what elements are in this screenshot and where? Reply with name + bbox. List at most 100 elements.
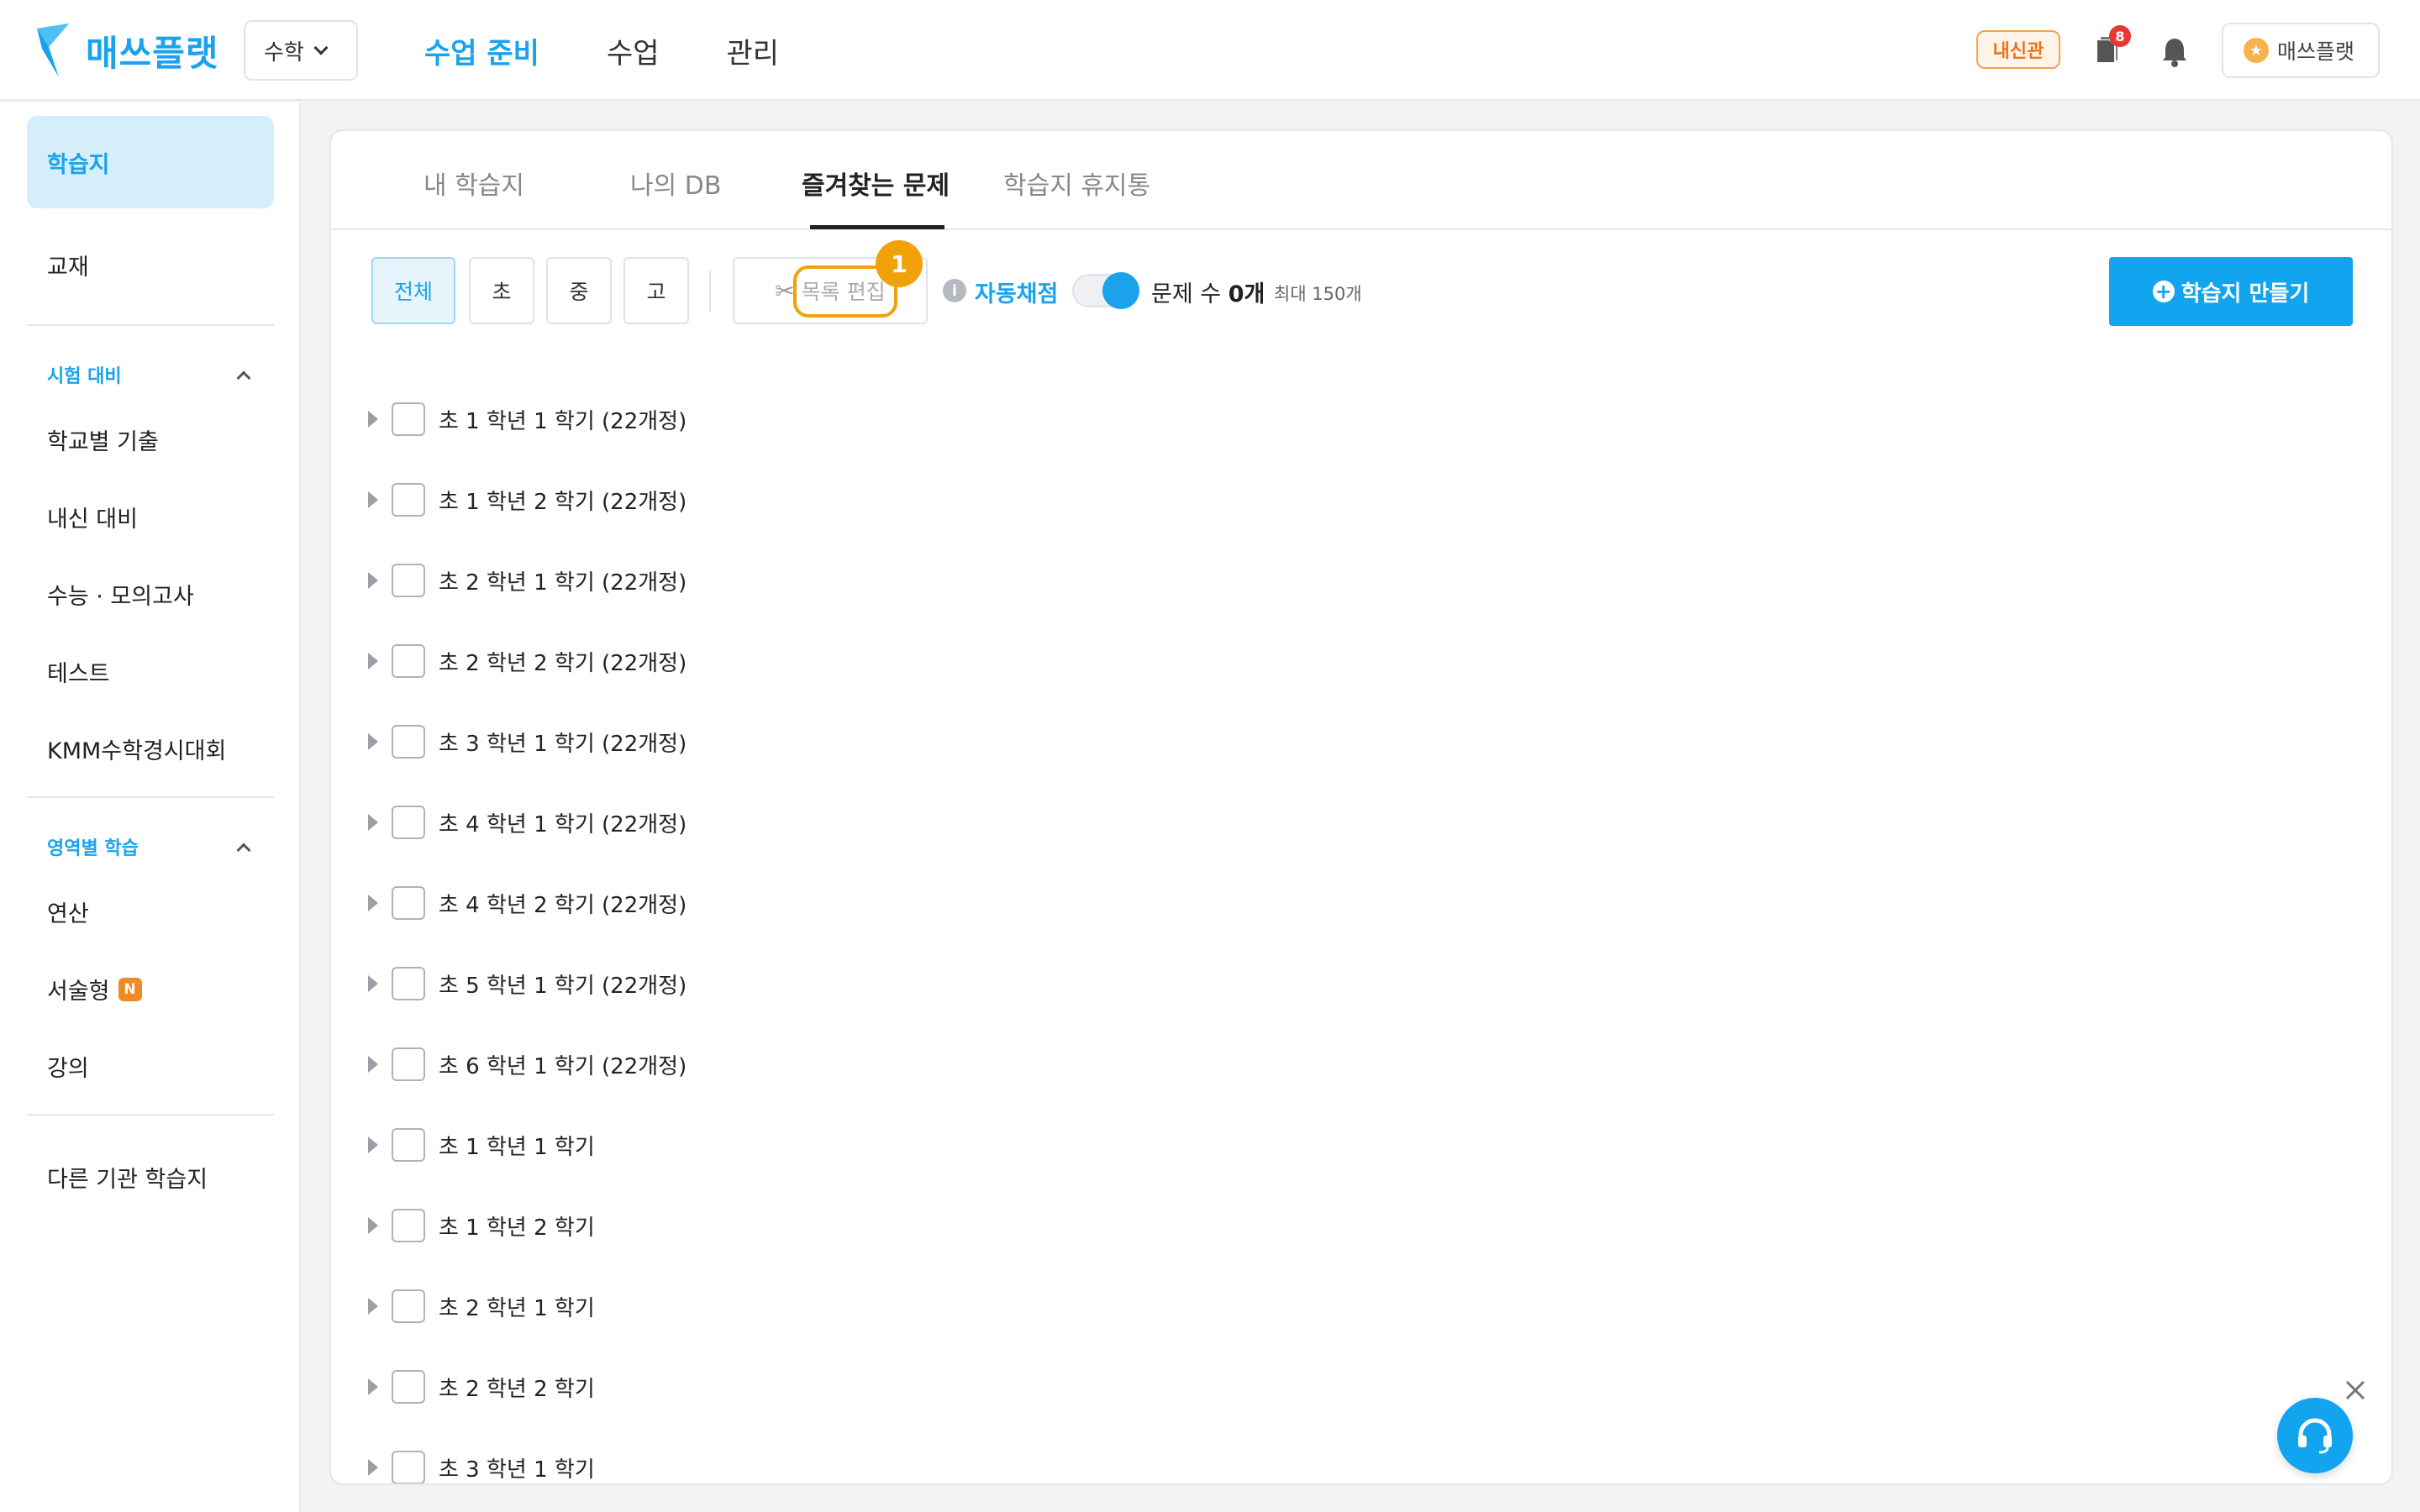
tree-row[interactable]: 초 3 학년 1 학기 bbox=[368, 1446, 595, 1483]
naesin-badge[interactable]: 내신관 bbox=[1976, 30, 2060, 69]
section-area[interactable]: 영역별 학습 bbox=[47, 833, 251, 860]
tab-my-db[interactable]: 나의 DB bbox=[630, 165, 721, 202]
sidebar-item-descriptive[interactable]: 서술형 N bbox=[47, 973, 142, 1005]
sidebar-item-kmm[interactable]: KMM수학경시대회 bbox=[47, 732, 226, 765]
row-checkbox[interactable] bbox=[392, 564, 425, 597]
row-checkbox[interactable] bbox=[392, 402, 425, 436]
nav-lesson-prep[interactable]: 수업 준비 bbox=[424, 30, 539, 71]
tree-row[interactable]: 초 2 학년 2 학기 (22개정) bbox=[368, 640, 687, 682]
toggle-knob bbox=[1102, 272, 1139, 309]
row-checkbox[interactable] bbox=[392, 1451, 425, 1483]
plus-circle-icon: + bbox=[2152, 281, 2175, 302]
tree-row-label: 초 4 학년 1 학기 (22개정) bbox=[439, 811, 687, 837]
problem-count-value: 0개 bbox=[1228, 281, 1265, 307]
sidebar-item-calc[interactable]: 연산 bbox=[47, 895, 89, 928]
tree-row[interactable]: 초 2 학년 2 학기 bbox=[368, 1366, 595, 1408]
nav-lesson[interactable]: 수업 bbox=[607, 30, 660, 71]
filter-middle[interactable]: 중 bbox=[546, 257, 612, 324]
tree-row[interactable]: 초 6 학년 1 학기 (22개정) bbox=[368, 1043, 687, 1085]
sidebar-item-naesin[interactable]: 내신 대비 bbox=[47, 501, 138, 533]
chevron-up-icon bbox=[236, 843, 251, 858]
filter-high[interactable]: 고 bbox=[623, 257, 689, 324]
tree-row[interactable]: 초 2 학년 1 학기 bbox=[368, 1285, 595, 1327]
expand-triangle-icon[interactable] bbox=[368, 653, 378, 669]
expand-triangle-icon[interactable] bbox=[368, 1056, 378, 1073]
row-checkbox[interactable] bbox=[392, 806, 425, 839]
sidebar-item-school-past[interactable]: 학교별 기출 bbox=[47, 423, 159, 456]
sidebar-item-lecture[interactable]: 강의 bbox=[47, 1050, 89, 1083]
tree-row-label: 초 2 학년 1 학기 bbox=[439, 1295, 595, 1321]
auto-grade-label: 자동채점 bbox=[975, 281, 1059, 307]
filter-all[interactable]: 전체 bbox=[371, 257, 455, 324]
info-icon[interactable]: i bbox=[943, 279, 966, 302]
tree-row-label: 초 1 학년 2 학기 bbox=[439, 1215, 595, 1241]
tab-trash[interactable]: 학습지 휴지통 bbox=[1003, 165, 1150, 202]
sidebar-item-other-org[interactable]: 다른 기관 학습지 bbox=[47, 1161, 208, 1194]
row-checkbox[interactable] bbox=[392, 886, 425, 920]
create-worksheet-button[interactable]: + 학습지 만들기 bbox=[2109, 257, 2353, 326]
expand-triangle-icon[interactable] bbox=[368, 1378, 378, 1395]
sidebar-item-test[interactable]: 테스트 bbox=[47, 655, 110, 688]
tree-row[interactable]: 초 4 학년 2 학기 (22개정) bbox=[368, 882, 687, 924]
tree-row[interactable]: 초 5 학년 1 학기 (22개정) bbox=[368, 963, 687, 1005]
expand-triangle-icon[interactable] bbox=[368, 1137, 378, 1153]
tree-row[interactable]: 초 4 학년 1 학기 (22개정) bbox=[368, 801, 687, 843]
close-icon[interactable] bbox=[2343, 1378, 2368, 1403]
top-header: 매쓰플랫 수학 수업 준비 수업 관리 내신관 8 ★ 매쓰플랫 bbox=[0, 0, 2420, 101]
step-badge: 1 bbox=[876, 240, 923, 287]
bell-icon[interactable] bbox=[2161, 37, 2188, 67]
tree-row[interactable]: 초 1 학년 2 학기 (22개정) bbox=[368, 479, 687, 521]
row-checkbox[interactable] bbox=[392, 644, 425, 678]
expand-triangle-icon[interactable] bbox=[368, 1459, 378, 1476]
expand-triangle-icon[interactable] bbox=[368, 491, 378, 508]
star-icon: ★ bbox=[2244, 38, 2269, 63]
row-checkbox[interactable] bbox=[392, 1128, 425, 1162]
scissors-icon: ✂ bbox=[775, 276, 795, 305]
toolbar-divider bbox=[709, 270, 711, 312]
chevron-up-icon bbox=[236, 370, 251, 386]
logo[interactable]: 매쓰플랫 bbox=[37, 24, 219, 77]
help-chat-button[interactable] bbox=[2277, 1398, 2353, 1473]
sidebar-item-textbook[interactable]: 교재 bbox=[47, 249, 89, 281]
expand-triangle-icon[interactable] bbox=[368, 1217, 378, 1234]
expand-triangle-icon[interactable] bbox=[368, 733, 378, 750]
expand-triangle-icon[interactable] bbox=[368, 814, 378, 831]
tree-row[interactable]: 초 1 학년 1 학기 bbox=[368, 1124, 595, 1166]
expand-triangle-icon[interactable] bbox=[368, 975, 378, 992]
tab-my-worksheets[interactable]: 내 학습지 bbox=[424, 165, 524, 202]
user-menu-button[interactable]: ★ 매쓰플랫 bbox=[2222, 23, 2380, 78]
expand-triangle-icon[interactable] bbox=[368, 1298, 378, 1315]
new-badge: N bbox=[118, 977, 142, 1001]
logo-text: 매쓰플랫 bbox=[86, 32, 219, 74]
tab-favorite-problems[interactable]: 즐겨찾는 문제 bbox=[802, 165, 950, 202]
subject-value: 수학 bbox=[264, 39, 304, 66]
top-nav: 수업 준비 수업 관리 bbox=[424, 25, 846, 76]
row-checkbox[interactable] bbox=[392, 725, 425, 759]
expand-triangle-icon[interactable] bbox=[368, 411, 378, 428]
sidebar-item-worksheet[interactable]: 학습지 bbox=[27, 116, 274, 208]
row-checkbox[interactable] bbox=[392, 1047, 425, 1081]
sidebar-divider bbox=[27, 796, 274, 798]
tree-row-label: 초 3 학년 1 학기 bbox=[439, 1457, 595, 1483]
section-exam[interactable]: 시험 대비 bbox=[47, 361, 251, 388]
row-checkbox[interactable] bbox=[392, 1289, 425, 1323]
expand-triangle-icon[interactable] bbox=[368, 572, 378, 589]
tree-row[interactable]: 초 2 학년 1 학기 (22개정) bbox=[368, 559, 687, 601]
problem-count: 문제 수 0개 bbox=[1151, 276, 1265, 308]
tree-row[interactable]: 초 1 학년 1 학기 (22개정) bbox=[368, 398, 687, 440]
expand-triangle-icon[interactable] bbox=[368, 895, 378, 911]
sidebar-divider bbox=[27, 324, 274, 326]
nav-manage[interactable]: 관리 bbox=[727, 30, 780, 71]
subject-select[interactable]: 수학 bbox=[244, 20, 358, 81]
tree-row[interactable]: 초 3 학년 1 학기 (22개정) bbox=[368, 721, 687, 763]
logo-mark-icon bbox=[37, 24, 69, 77]
tree-row[interactable]: 초 1 학년 2 학기 bbox=[368, 1205, 595, 1247]
row-checkbox[interactable] bbox=[392, 967, 425, 1000]
filter-elementary[interactable]: 초 bbox=[469, 257, 534, 324]
row-checkbox[interactable] bbox=[392, 1370, 425, 1404]
row-checkbox[interactable] bbox=[392, 483, 425, 517]
section-exam-label: 시험 대비 bbox=[47, 366, 122, 387]
row-checkbox[interactable] bbox=[392, 1209, 425, 1242]
auto-grade-toggle[interactable] bbox=[1072, 272, 1139, 309]
sidebar-item-suneung[interactable]: 수능 · 모의고사 bbox=[47, 578, 194, 611]
